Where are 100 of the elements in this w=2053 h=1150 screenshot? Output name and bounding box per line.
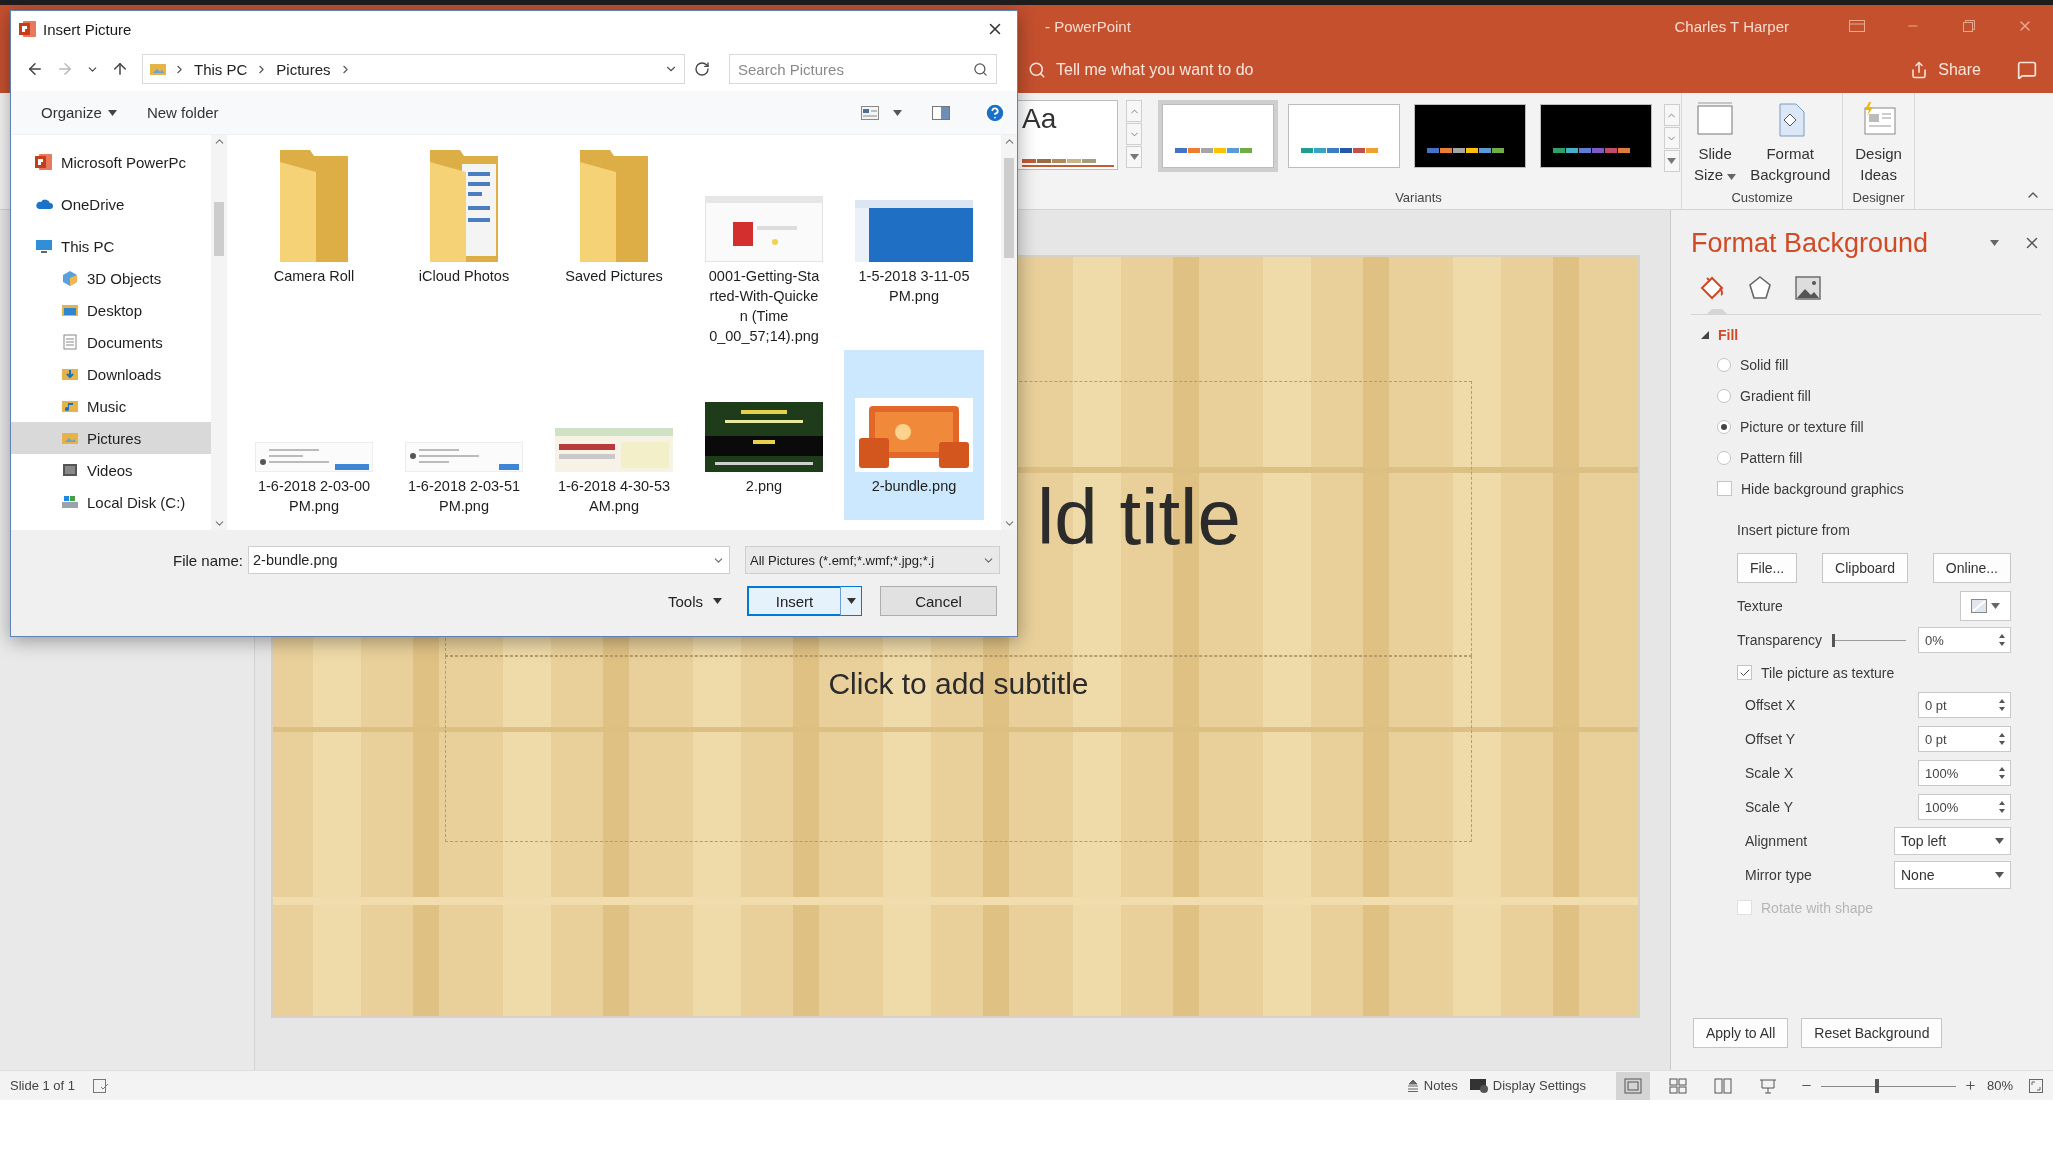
toolbar-button[interactable]: Organize (33, 100, 125, 125)
option-label: Solid fill (1740, 356, 1789, 373)
insert-source-button[interactable]: File... (1737, 553, 1798, 583)
file-item[interactable]: 1-6-2018 4-30-53 AM.png (544, 350, 684, 520)
spin-field[interactable]: 0 pt (1918, 726, 2011, 752)
file-name: iCloud Photos (418, 267, 510, 286)
zoom-slider-thumb[interactable] (1874, 1078, 1879, 1093)
slider-thumb[interactable] (1832, 633, 1836, 647)
folder-icon (61, 302, 79, 318)
scrollbar-thumb[interactable] (214, 202, 224, 256)
presentation-icon (1758, 1077, 1777, 1094)
dropdown[interactable]: Top left (1894, 827, 2011, 855)
file-item[interactable]: iCloud Photos (394, 140, 534, 350)
checkbox[interactable] (1737, 665, 1752, 680)
color-stripe-icon (1022, 159, 1114, 167)
tell-me-field[interactable]: Tell me what you want to do (1022, 54, 1260, 86)
caret-icon (107, 109, 117, 116)
slide-counter: Slide 1 of 1 (10, 1078, 76, 1093)
slide-title: ld title (1037, 478, 1241, 556)
monitor-icon (1469, 1078, 1488, 1093)
nav-item[interactable]: Pictures (11, 422, 211, 454)
fill-section-header[interactable]: Fill (1691, 315, 2011, 349)
share-button[interactable]: Share (1900, 53, 1991, 87)
file-item[interactable]: 1-6-2018 2-03-00 PM.png (244, 350, 384, 520)
nav-item[interactable]: Videos (11, 454, 211, 486)
radio-button[interactable] (1717, 450, 1731, 465)
spin-field[interactable]: 0 pt (1918, 692, 2011, 718)
breadcrumb-item[interactable]: Pictures (274, 60, 333, 78)
nav-item[interactable]: 3D Objects (11, 262, 211, 294)
checkbox[interactable] (1717, 481, 1732, 496)
zoom-level: 80% (1986, 1078, 2013, 1093)
variant-thumbnail[interactable] (1157, 100, 1278, 172)
caret-icon (893, 109, 902, 116)
insert-button[interactable]: Insert (747, 586, 840, 616)
texture-picker-button[interactable] (1960, 591, 2011, 621)
cancel-button[interactable]: Cancel (880, 586, 997, 616)
pane-button[interactable]: Reset Background (1801, 1018, 1943, 1048)
subtitle-placeholder[interactable]: Click to add subtitle (445, 656, 1472, 842)
color-stripe-icon (1300, 148, 1379, 153)
nav-item[interactable]: Documents (11, 326, 211, 358)
file-item[interactable]: 2-bundle.png (844, 350, 984, 520)
file-name: 1-6-2018 4-30-53 AM.png (557, 477, 671, 516)
file-name: 1-6-2018 2-03-00 PM.png (257, 477, 371, 516)
file-name: Camera Roll (273, 267, 355, 286)
search-icon (1028, 61, 1046, 79)
toolbar-button[interactable]: New folder (138, 100, 227, 125)
radio-button[interactable] (1717, 419, 1731, 434)
slide-size-button[interactable]: Slide Size (1690, 100, 1741, 185)
radio-button[interactable] (1717, 357, 1731, 372)
theme-thumbnail[interactable]: Aa (1018, 100, 1118, 170)
nav-item[interactable]: Desktop (11, 294, 211, 326)
file-item[interactable]: 1-5-2018 3-11-05 PM.png (844, 140, 984, 350)
search-field[interactable]: Search Pictures (729, 54, 997, 84)
file-item[interactable]: 1-6-2018 2-03-51 PM.png (394, 350, 534, 520)
insert-source-button[interactable]: Online... (1932, 553, 2011, 583)
nav-item[interactable]: Downloads (11, 358, 211, 390)
file-item[interactable]: 0001-Getting-Sta rted-With-Quicke n (Time 0_00_57;14).png (694, 140, 834, 350)
file-name-field[interactable]: 2-bundle.png (248, 546, 730, 574)
nav-item[interactable]: Local Disk (C:) (11, 486, 211, 518)
file-item[interactable]: Camera Roll (244, 140, 384, 350)
scrollbar[interactable] (1001, 135, 1017, 530)
field-label: Mirror type (1745, 867, 1812, 883)
music-folder-icon (61, 398, 79, 414)
dialog-title: Insert Picture (43, 20, 132, 38)
scrollbar-thumb[interactable] (1004, 158, 1014, 258)
download-folder-icon (61, 366, 79, 382)
radio-button[interactable] (1717, 388, 1731, 403)
caret-icon (713, 598, 722, 604)
computer-icon (35, 238, 53, 254)
pane-button[interactable]: Apply to All (1693, 1018, 1789, 1048)
nav-item[interactable]: This PC (11, 230, 211, 262)
spin-field[interactable]: 100% (1918, 794, 2011, 820)
nav-item[interactable]: OneDrive (11, 188, 211, 220)
insert-source-button[interactable]: Clipboard (1822, 553, 1908, 583)
nav-item[interactable]: Music (11, 390, 211, 422)
dropdown[interactable]: None (1894, 861, 2011, 889)
spin-field[interactable]: 100% (1918, 760, 2011, 786)
address-bar[interactable]: This PC Pictures (142, 54, 685, 84)
design-ideas-button[interactable]: Design Ideas (1851, 100, 1906, 185)
file-name: 1-5-2018 3-11-05 PM.png (858, 267, 970, 306)
file-item[interactable]: Saved Pictures (544, 140, 684, 350)
spin-field[interactable]: 0% (1918, 627, 2011, 653)
file-type-dropdown[interactable]: All Pictures (*.emf;*.wmf;*.jpg;*.j (745, 546, 1000, 574)
view-button[interactable] (1615, 1071, 1650, 1100)
nav-item[interactable]: Microsoft PowerPc (11, 146, 211, 178)
gallery-more-button[interactable] (1126, 146, 1142, 168)
breadcrumb-item[interactable]: This PC (192, 60, 250, 78)
display-settings-button[interactable]: Display Settings (1463, 1072, 1592, 1099)
scrollbar[interactable] (211, 135, 227, 530)
tools-button[interactable]: Tools (660, 586, 730, 616)
field-label: Offset Y (1745, 731, 1796, 747)
more-icon (1129, 154, 1139, 160)
format-background-button[interactable]: Format Background (1746, 100, 1835, 185)
gallery-more-button[interactable] (1663, 150, 1680, 172)
cube-icon (61, 270, 79, 286)
share-icon (1910, 61, 1929, 79)
notes-button[interactable]: Notes (1400, 1072, 1464, 1099)
file-item[interactable]: 2.png (694, 350, 834, 520)
view-icon (861, 105, 879, 120)
insert-options-button[interactable] (840, 586, 862, 616)
